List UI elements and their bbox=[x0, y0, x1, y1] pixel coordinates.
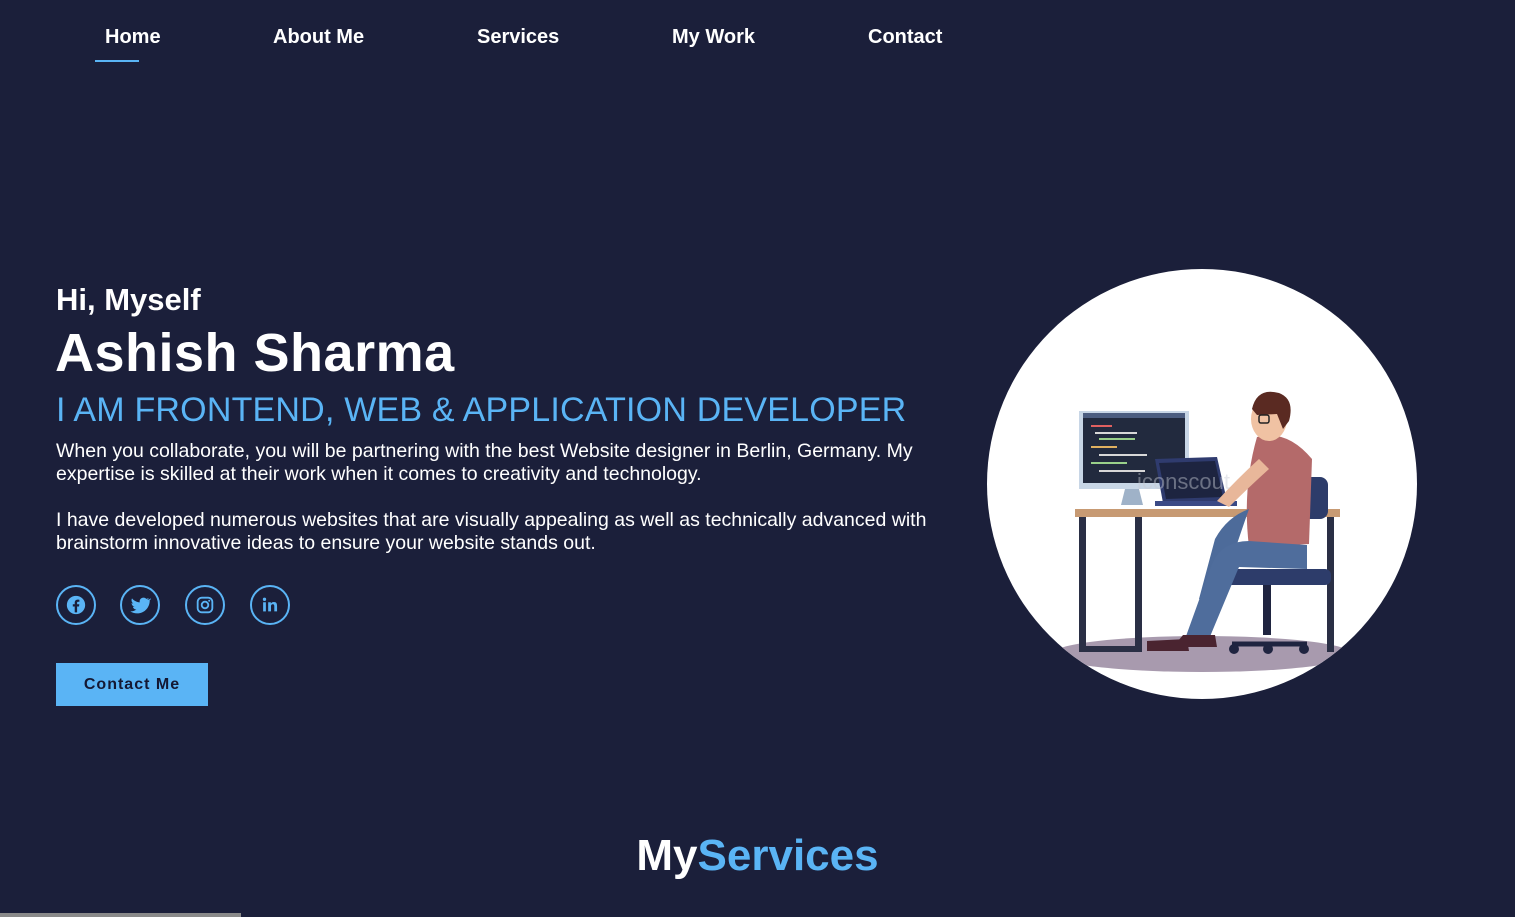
hero-paragraph-1: When you collaborate, you will be partne… bbox=[56, 440, 913, 485]
instagram-icon bbox=[196, 596, 214, 614]
twitter-icon bbox=[130, 597, 151, 614]
nav-my-work[interactable]: My Work bbox=[672, 26, 755, 49]
svg-text:iconscout: iconscout bbox=[1137, 469, 1230, 494]
developer-illustration: iconscout bbox=[987, 269, 1417, 699]
developer-at-desk-image: iconscout bbox=[1052, 391, 1352, 672]
top-nav: Home About Me Services My Work Contact bbox=[0, 0, 1515, 80]
hero-greeting: Hi, Myself bbox=[56, 282, 201, 317]
nav-home[interactable]: Home bbox=[105, 26, 161, 49]
hero-role: I AM FRONTEND, WEB & APPLICATION DEVELOP… bbox=[56, 391, 907, 429]
horizontal-scrollbar[interactable] bbox=[0, 913, 241, 917]
facebook-icon bbox=[66, 595, 86, 615]
services-title-my: My bbox=[636, 831, 698, 880]
services-section-title: MyServices bbox=[0, 831, 1515, 881]
hero-paragraph-2: I have developed numerous websites that … bbox=[56, 509, 927, 554]
twitter-link[interactable] bbox=[120, 585, 160, 625]
linkedin-icon bbox=[262, 597, 278, 612]
hero-name: Ashish Sharma bbox=[55, 323, 455, 383]
services-title-services: Services bbox=[697, 831, 879, 880]
contact-me-button[interactable]: Contact Me bbox=[56, 663, 208, 706]
nav-contact[interactable]: Contact bbox=[868, 26, 942, 49]
instagram-link[interactable] bbox=[185, 585, 225, 625]
nav-about-me[interactable]: About Me bbox=[273, 26, 364, 49]
linkedin-link[interactable] bbox=[250, 585, 290, 625]
active-nav-indicator bbox=[95, 60, 139, 62]
page: Home About Me Services My Work Contact H… bbox=[0, 0, 1515, 917]
facebook-link[interactable] bbox=[56, 585, 96, 625]
nav-services[interactable]: Services bbox=[477, 26, 559, 49]
